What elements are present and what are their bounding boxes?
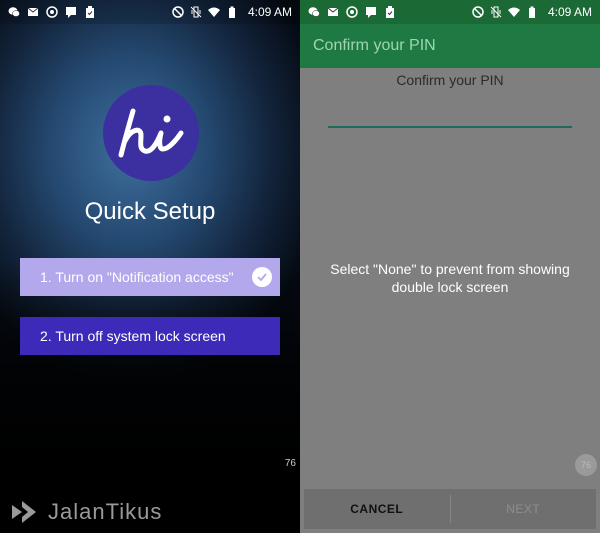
vibrate-icon	[190, 6, 202, 18]
blocked-icon	[472, 6, 484, 18]
confirm-pin-screen: 4:09 AM Confirm your PIN Confirm your PI…	[300, 0, 600, 533]
step1-label: 1. Turn on "Notification access"	[40, 269, 234, 285]
jalantikus-logo-icon	[12, 501, 36, 523]
vibrate-icon	[490, 6, 502, 18]
status-time: 4:09 AM	[547, 5, 592, 19]
notification-access-button[interactable]: 1. Turn on "Notification access"	[20, 258, 280, 296]
message-icon	[66, 7, 76, 18]
blocked-icon	[172, 6, 184, 18]
disable-lock-screen-button[interactable]: 2. Turn off system lock screen	[20, 317, 280, 355]
floating-badge[interactable]: 76	[575, 454, 597, 476]
clipboard-icon	[386, 6, 394, 18]
quick-setup-screen: 4:09 AM Quick Setup 1. Turn on "Notifica…	[0, 0, 300, 533]
cancel-button[interactable]: CANCEL	[304, 489, 450, 529]
pin-prompt: Confirm your PIN	[396, 72, 504, 88]
next-button[interactable]: NEXT	[451, 489, 597, 529]
dialog-button-bar: CANCEL NEXT	[304, 489, 596, 529]
instruction-text: Select "None" to prevent from showing do…	[330, 261, 570, 295]
watermark: JalanTikus	[10, 497, 162, 527]
status-bar-right: 4:09 AM	[300, 0, 600, 24]
status-bar: 4:09 AM	[0, 0, 300, 24]
floating-badge[interactable]: 76	[285, 458, 296, 469]
pin-input[interactable]	[328, 100, 572, 128]
hi-logo-glyph	[118, 108, 184, 158]
battery-icon	[228, 6, 235, 18]
app-bar: Confirm your PIN	[300, 24, 600, 68]
target-icon	[346, 6, 358, 18]
status-time: 4:09 AM	[247, 5, 292, 19]
wechat-icon	[308, 7, 320, 17]
hi-logo	[103, 85, 199, 181]
step2-label: 2. Turn off system lock screen	[40, 328, 226, 344]
mail-icon	[27, 7, 39, 16]
quick-setup-title: Quick Setup	[84, 198, 216, 225]
message-icon	[366, 7, 376, 18]
wifi-icon	[207, 7, 220, 17]
target-icon	[46, 6, 58, 18]
watermark-text: JalanTikus	[48, 499, 163, 524]
check-icon	[252, 267, 272, 287]
clipboard-icon	[86, 6, 94, 18]
wifi-icon	[507, 7, 520, 17]
mail-icon	[327, 7, 339, 16]
wechat-icon	[8, 7, 20, 17]
battery-icon	[528, 6, 535, 18]
app-bar-title: Confirm your PIN	[313, 37, 436, 54]
